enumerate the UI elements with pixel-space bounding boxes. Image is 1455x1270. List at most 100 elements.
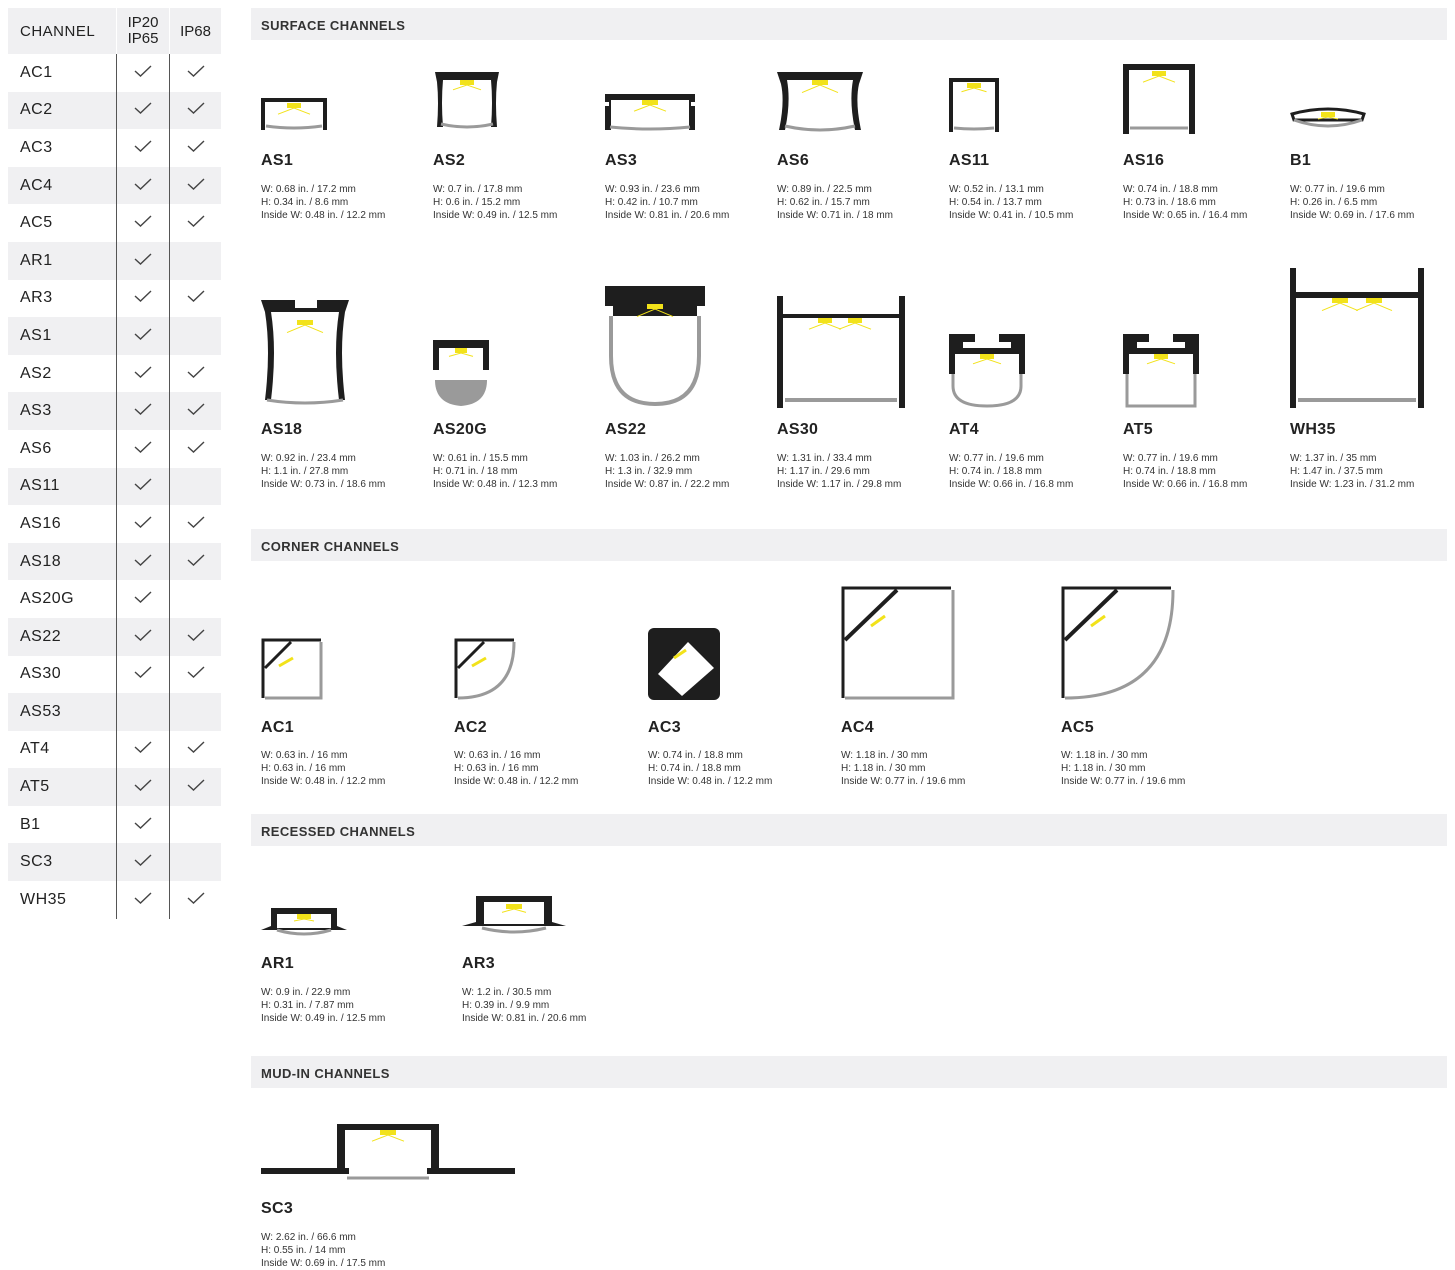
product-name: AC4 [841, 719, 874, 736]
check-icon [134, 628, 152, 646]
width-spec: W: 1.37 in. / 35 mm [1290, 453, 1377, 464]
width-spec: W: 2.62 in. / 66.6 mm [261, 1232, 356, 1243]
as16-profile-icon [1123, 64, 1195, 134]
ip65-header-label: IP65 [127, 30, 159, 47]
ip20-ip65-cell [116, 768, 169, 806]
width-spec: W: 0.61 in. / 15.5 mm [433, 453, 528, 464]
ip68-cell [169, 392, 221, 430]
ip20-ip65-cell [116, 91, 169, 130]
product-specs: W: 0.77 in. / 19.6 mm H: 0.74 in. / 18.8 … [1123, 452, 1247, 491]
channel-name: AS1 [20, 326, 52, 344]
check-icon [187, 628, 205, 646]
ip20-ip65-cell [116, 580, 169, 618]
as11-profile-icon [949, 78, 999, 132]
height-spec: H: 0.74 in. / 18.8 mm [648, 763, 741, 774]
width-spec: W: 0.77 in. / 19.6 mm [949, 453, 1044, 464]
height-spec: H: 0.62 in. / 15.7 mm [777, 197, 870, 208]
width-spec: W: 0.77 in. / 19.6 mm [1123, 453, 1218, 464]
height-spec: H: 1.18 in. / 30 mm [841, 763, 926, 774]
height-spec: H: 0.63 in. / 16 mm [454, 763, 539, 774]
check-icon [134, 553, 152, 571]
channel-name: AR3 [20, 289, 53, 307]
ip68-cell [169, 467, 221, 506]
product-name: AS20G [433, 421, 487, 438]
check-icon [187, 365, 205, 383]
corner-channels-header: CORNER CHANNELS [251, 529, 1447, 561]
channel-name: AC3 [20, 138, 53, 156]
check-icon [134, 891, 152, 909]
product-name: SC3 [261, 1200, 294, 1217]
product-name: AS16 [1123, 152, 1165, 169]
product-specs: W: 2.62 in. / 66.6 mm H: 0.55 in. / 14 mm… [261, 1231, 385, 1270]
ip68-cell [169, 843, 221, 882]
check-icon [134, 214, 152, 232]
inside-width-spec: Inside W: 0.66 in. / 16.8 mm [1123, 479, 1248, 490]
width-spec: W: 0.52 in. / 13.1 mm [949, 184, 1044, 195]
inside-width-spec: Inside W: 0.48 in. / 12.2 mm [261, 776, 386, 787]
sc3-profile-icon [261, 1124, 515, 1180]
product-name: AC5 [1061, 719, 1094, 736]
check-icon [187, 665, 205, 683]
section-title: CORNER CHANNELS [261, 539, 400, 554]
product-name: AS22 [605, 421, 647, 438]
ip20-ip65-cell [116, 467, 169, 506]
channel-name: AR1 [20, 251, 53, 269]
b1-profile-icon [1290, 107, 1366, 128]
height-spec: H: 0.26 in. / 6.5 mm [1290, 197, 1378, 208]
section-title: RECESSED CHANNELS [261, 824, 416, 839]
as3-profile-icon [605, 94, 695, 131]
channel-name: AS53 [20, 702, 62, 720]
channel-name: AS2 [20, 364, 52, 382]
width-spec: W: 0.7 in. / 17.8 mm [433, 184, 523, 195]
ip68-cell [169, 730, 221, 769]
ip20-ip65-cell [116, 505, 169, 543]
check-icon [187, 778, 205, 796]
height-spec: H: 1.3 in. / 32.9 mm [605, 466, 693, 477]
table-row: AC4 [8, 166, 221, 205]
width-spec: W: 0.93 in. / 23.6 mm [605, 184, 700, 195]
ip20-ip65-column-header: IP20 IP65 [116, 8, 169, 54]
check-icon [134, 365, 152, 383]
width-spec: W: 0.68 in. / 17.2 mm [261, 184, 356, 195]
product-name: WH35 [1290, 421, 1336, 438]
channel-name: AS11 [20, 477, 60, 495]
table-row: AC3 [8, 129, 221, 167]
ip68-cell [169, 505, 221, 543]
width-spec: W: 1.18 in. / 30 mm [1061, 750, 1148, 761]
ip20-ip65-cell [116, 166, 169, 205]
channel-name: AC4 [20, 176, 53, 194]
ip20-ip65-cell [116, 693, 169, 731]
channel-name: AS6 [20, 439, 52, 457]
mudin-channels-header: MUD-IN CHANNELS [251, 1056, 1447, 1088]
ip20-ip65-cell [116, 542, 169, 581]
channel-name: AC1 [20, 63, 53, 81]
product-name: AS18 [261, 421, 303, 438]
as2-profile-icon [435, 72, 499, 129]
check-icon [187, 740, 205, 758]
height-spec: H: 0.39 in. / 9.9 mm [462, 1000, 550, 1011]
as1-profile-icon [261, 98, 327, 130]
check-icon [187, 139, 205, 157]
product-specs: W: 0.7 in. / 17.8 mm H: 0.6 in. / 15.2 mm… [433, 183, 557, 222]
ip20-ip65-cell [116, 204, 169, 242]
channel-name: AS22 [20, 627, 62, 645]
ip68-cell [169, 166, 221, 205]
product-name: B1 [1290, 152, 1312, 169]
product-name: AS3 [605, 152, 638, 169]
check-icon [134, 440, 152, 458]
inside-width-spec: Inside W: 0.48 in. / 12.2 mm [648, 776, 773, 787]
table-row: B1 [8, 805, 221, 844]
product-specs: W: 1.2 in. / 30.5 mm H: 0.39 in. / 9.9 mm… [462, 986, 586, 1025]
inside-width-spec: Inside W: 0.48 in. / 12.2 mm [261, 210, 386, 221]
channel-name: AT4 [20, 740, 50, 758]
table-row: AS2 [8, 354, 221, 393]
product-name: AS2 [433, 152, 466, 169]
ip68-cell [169, 129, 221, 167]
as30-profile-icon [777, 296, 905, 408]
check-icon [134, 101, 152, 119]
inside-width-spec: Inside W: 0.77 in. / 19.6 mm [1061, 776, 1186, 787]
ar3-profile-icon [462, 896, 566, 934]
table-row: AT4 [8, 730, 221, 769]
height-spec: H: 1.1 in. / 27.8 mm [261, 466, 349, 477]
check-icon [134, 816, 152, 834]
